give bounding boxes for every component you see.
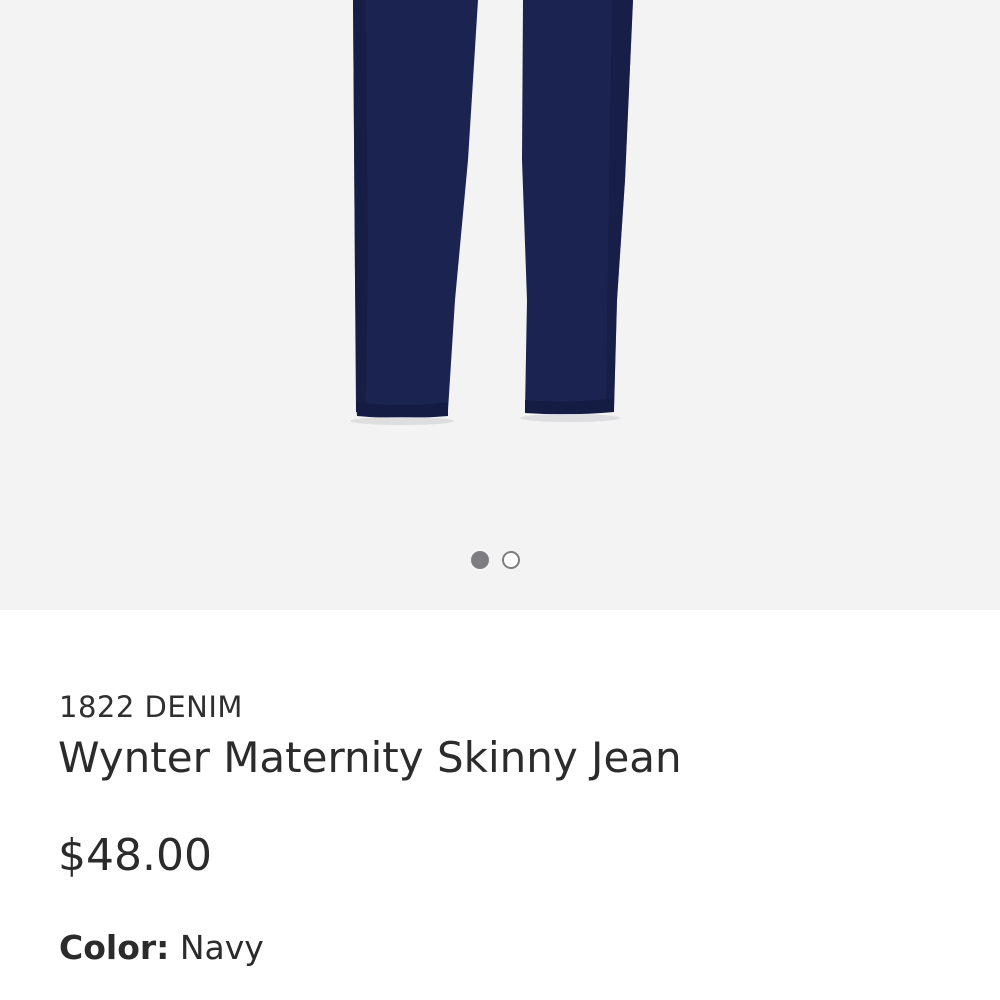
product-photo (350, 0, 633, 425)
product-detail-page: 1822 DENIM Wynter Maternity Skinny Jean … (0, 0, 1000, 1000)
color-label: Color: (59, 928, 170, 967)
color-value: Navy (179, 928, 264, 967)
carousel-pagination (470, 551, 530, 573)
carousel-dot-1[interactable] (471, 551, 489, 569)
brand-name: 1822 DENIM (59, 690, 243, 724)
color-row: Color: Navy (59, 928, 264, 967)
product-info: 1822 DENIM Wynter Maternity Skinny Jean … (0, 610, 1000, 1000)
product-title: Wynter Maternity Skinny Jean (58, 733, 682, 782)
carousel-dot-2[interactable] (502, 551, 520, 569)
product-image-carousel[interactable] (0, 0, 1000, 610)
product-price: $48.00 (58, 830, 212, 881)
